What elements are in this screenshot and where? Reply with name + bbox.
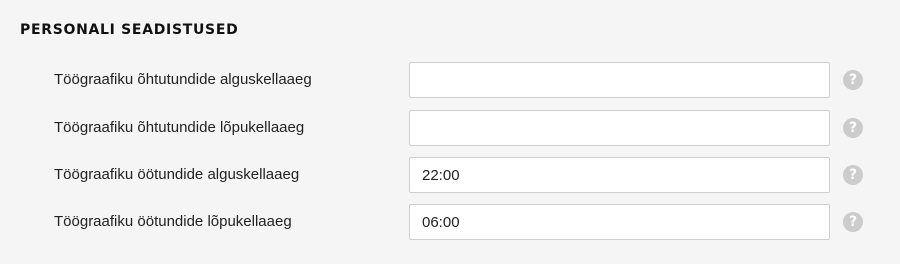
- help-icon[interactable]: ?: [843, 70, 863, 90]
- night-end-time-input[interactable]: [409, 204, 830, 240]
- help-icon[interactable]: ?: [843, 212, 863, 232]
- setting-label-evening-end: Töögraafiku õhtutundide lõpukellaaeg: [54, 119, 305, 136]
- setting-row-evening-end: Töögraafiku õhtutundide lõpukellaaeg ?: [0, 110, 900, 146]
- setting-row-night-start: Töögraafiku öötundide alguskellaaeg ?: [0, 157, 900, 193]
- setting-label-night-end: Töögraafiku öötundide lõpukellaaeg: [54, 213, 292, 230]
- setting-label-night-start: Töögraafiku öötundide alguskellaaeg: [54, 166, 300, 183]
- section-title: PERSONALI SEADISTUSED: [20, 22, 239, 38]
- help-icon[interactable]: ?: [843, 118, 863, 138]
- evening-start-time-input[interactable]: [409, 62, 830, 98]
- help-icon[interactable]: ?: [843, 165, 863, 185]
- setting-row-night-end: Töögraafiku öötundide lõpukellaaeg ?: [0, 204, 900, 240]
- evening-end-time-input[interactable]: [409, 110, 830, 146]
- night-start-time-input[interactable]: [409, 157, 830, 193]
- setting-label-evening-start: Töögraafiku õhtutundide alguskellaaeg: [54, 71, 312, 88]
- setting-row-evening-start: Töögraafiku õhtutundide alguskellaaeg ?: [0, 62, 900, 98]
